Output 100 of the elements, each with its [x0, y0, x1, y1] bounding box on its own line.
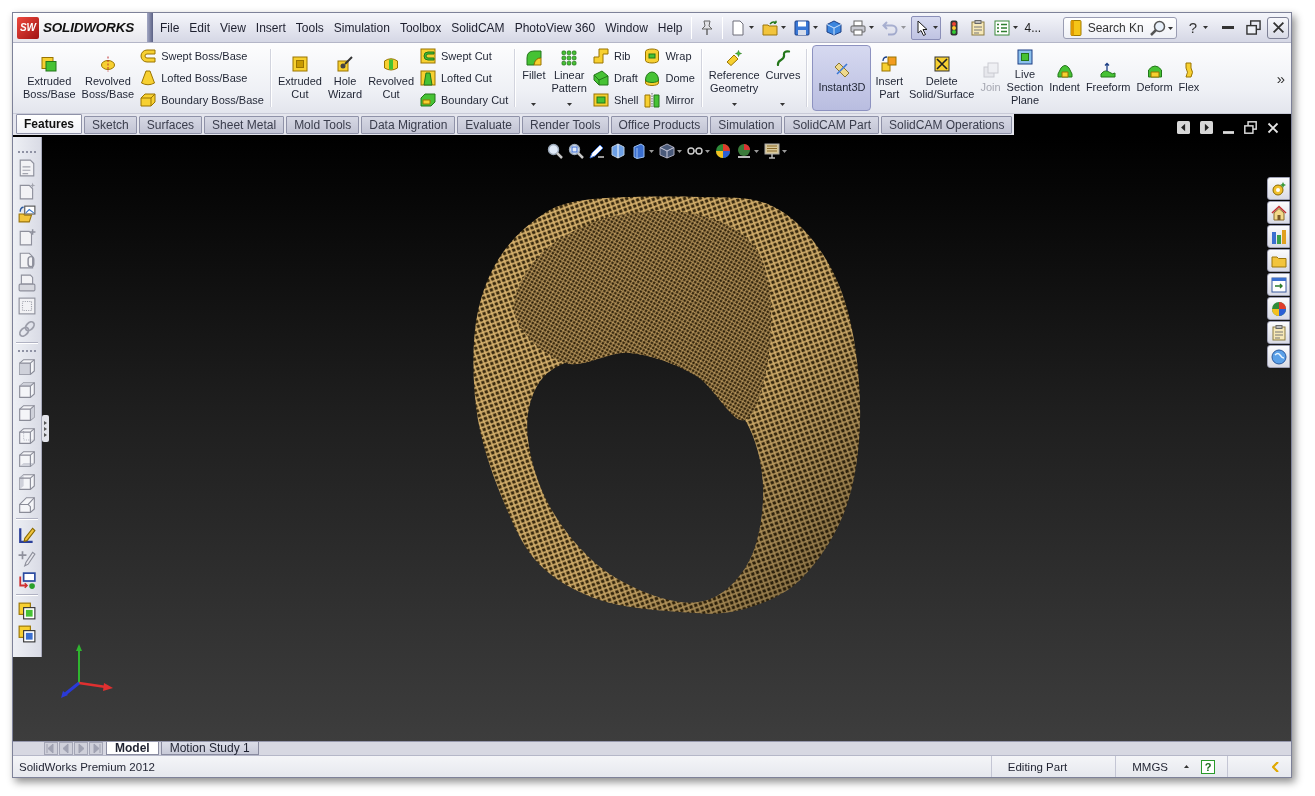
close-icon[interactable]: [1267, 122, 1279, 134]
ribbon-button[interactable]: Freeform: [1083, 45, 1133, 111]
tab[interactable]: Surfaces: [138, 116, 203, 134]
menu-item[interactable]: View: [215, 13, 251, 42]
plus-pencil-icon[interactable]: [18, 549, 36, 567]
ribbon-small-button[interactable]: Boundary Cut: [418, 89, 511, 111]
page-printer-icon[interactable]: [18, 274, 36, 292]
tab[interactable]: Sketch: [84, 116, 137, 134]
tab[interactable]: Simulation: [710, 116, 783, 134]
web-button[interactable]: [1267, 345, 1290, 368]
ribbon-small-button[interactable]: Wrap: [642, 45, 697, 67]
ribbon-button[interactable]: Reference Geometry: [706, 45, 762, 111]
ribbon-button[interactable]: Insert Part: [873, 45, 905, 111]
home-button[interactable]: [1267, 201, 1290, 224]
scene-ball-icon[interactable]: [735, 143, 752, 159]
explorer-button[interactable]: [1267, 249, 1290, 272]
ribbon-button[interactable]: Linear Pattern: [549, 45, 589, 111]
ribbon-button[interactable]: Extruded Cut: [275, 45, 324, 111]
ribbon-small-button[interactable]: Boundary Boss/Base: [138, 89, 266, 111]
help-button[interactable]: ?: [1182, 19, 1214, 36]
sketch-pencil-icon[interactable]: [18, 526, 36, 544]
close-button[interactable]: [1267, 16, 1289, 39]
page-plus-icon[interactable]: [18, 228, 36, 246]
cube-outline-icon[interactable]: [18, 404, 36, 422]
sheet-tab[interactable]: Model: [106, 742, 159, 755]
section-cube-icon[interactable]: [609, 143, 626, 159]
tab[interactable]: Features: [16, 114, 83, 134]
more-commands-button[interactable]: »: [1274, 69, 1287, 87]
tab[interactable]: Data Migration: [361, 116, 456, 134]
menu-item[interactable]: Simulation: [328, 13, 395, 42]
tab[interactable]: SolidCAM Part: [784, 116, 880, 134]
units-text[interactable]: MMGS: [1128, 760, 1172, 773]
tab[interactable]: SolidCAM Operations: [881, 116, 1013, 134]
ribbon-small-button[interactable]: Dome: [642, 67, 697, 89]
view-palette-button[interactable]: [1267, 273, 1290, 296]
ribbon-button[interactable]: Fillet: [520, 45, 548, 111]
tile-right-icon[interactable]: [1200, 121, 1213, 134]
ribbon-small-button[interactable]: Mirror: [642, 89, 697, 111]
menu-item[interactable]: Help: [652, 13, 688, 42]
tile-left-icon[interactable]: [1177, 121, 1190, 134]
library-button[interactable]: [1267, 225, 1290, 248]
tab[interactable]: Render Tools: [522, 116, 609, 134]
ribbon-button[interactable]: Revolved Cut: [366, 45, 416, 111]
shaded-cube-icon[interactable]: [658, 143, 675, 159]
ribbon-button[interactable]: Hole Wizard: [325, 45, 365, 111]
restore-icon[interactable]: [1244, 121, 1257, 134]
ribbon-button[interactable]: Curves: [763, 45, 803, 111]
menu-item[interactable]: SolidCAM: [446, 13, 510, 42]
menu-item[interactable]: Edit: [184, 13, 216, 42]
ribbon-button[interactable]: Live Section Plane: [1004, 45, 1046, 111]
magnifier-box-icon[interactable]: [567, 143, 584, 159]
properties-button[interactable]: [1267, 321, 1290, 344]
layered-squares-icon[interactable]: [18, 625, 36, 643]
sheet-tab[interactable]: Motion Study 1: [160, 742, 259, 755]
expand-handle[interactable]: [42, 415, 49, 442]
page-sparkle-icon[interactable]: [18, 182, 36, 200]
glasses-icon[interactable]: [686, 147, 703, 155]
menu-item[interactable]: Tools: [290, 13, 329, 42]
menu-item[interactable]: Toolbox: [394, 13, 447, 42]
caret-up-icon[interactable]: [1184, 765, 1189, 768]
swap-arrows-icon[interactable]: [18, 572, 36, 590]
cut-corner-cube-icon[interactable]: [18, 496, 36, 514]
ribbon-small-button[interactable]: Rib: [590, 45, 641, 67]
help-button[interactable]: ?: [1201, 759, 1215, 774]
ribbon-button[interactable]: Deform: [1134, 45, 1175, 111]
overflow-button[interactable]: 4...: [1021, 20, 1045, 35]
tab[interactable]: Mold Tools: [286, 116, 360, 134]
ribbon-button[interactable]: Extruded Boss/Base: [21, 45, 78, 111]
cube-outline-icon[interactable]: [18, 427, 36, 445]
folder-picture-icon[interactable]: [18, 205, 36, 223]
ribbon-button[interactable]: Indent: [1047, 45, 1082, 111]
tab[interactable]: Sheet Metal: [204, 116, 285, 134]
menu-item[interactable]: Insert: [250, 13, 291, 42]
ribbon-button[interactable]: Delete Solid/Surface: [907, 45, 977, 111]
magnifier-icon[interactable]: [546, 143, 563, 159]
tab[interactable]: Office Products: [610, 116, 709, 134]
color-ball-icon[interactable]: [714, 143, 731, 159]
ribbon-small-button[interactable]: Swept Cut: [418, 45, 511, 67]
monitor-icon[interactable]: [763, 143, 780, 159]
ribbon-button[interactable]: Revolved Boss/Base: [79, 45, 137, 111]
cube-outline-icon[interactable]: [18, 381, 36, 399]
ribbon-small-button[interactable]: Draft: [590, 67, 641, 89]
menu-item[interactable]: File: [155, 13, 185, 42]
cube-outline-icon[interactable]: [18, 358, 36, 376]
ribbon-small-button[interactable]: Lofted Cut: [418, 67, 511, 89]
layered-squares-icon[interactable]: [18, 602, 36, 620]
tab[interactable]: Evaluate: [457, 116, 520, 134]
appearances-button[interactable]: [1267, 297, 1290, 320]
ribbon-button[interactable]: Flex: [1176, 45, 1202, 111]
pencil-arrow-icon[interactable]: [588, 143, 605, 159]
ribbon-small-button[interactable]: Lofted Boss/Base: [138, 67, 266, 89]
cube-outline-icon[interactable]: [18, 450, 36, 468]
page-clip-icon[interactable]: [18, 251, 36, 269]
ribbon-button[interactable]: Instant3D: [812, 45, 872, 111]
menu-item[interactable]: Window: [600, 13, 653, 42]
ribbon-small-button[interactable]: Shell: [590, 89, 641, 111]
menu-item[interactable]: PhotoView 360: [509, 13, 601, 42]
resources-button[interactable]: [1267, 177, 1290, 200]
select-button[interactable]: [910, 15, 941, 40]
ribbon-small-button[interactable]: Swept Boss/Base: [138, 45, 266, 67]
